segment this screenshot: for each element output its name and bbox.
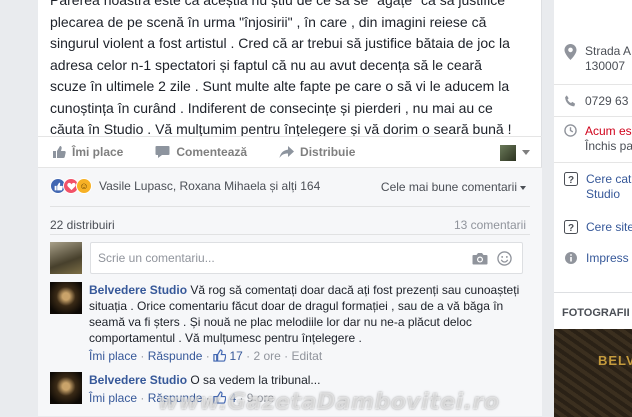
- suggest-website-link[interactable]: Cere site: [586, 220, 632, 235]
- emoji-icon[interactable]: [497, 251, 512, 266]
- comment-like-count[interactable]: 17: [229, 349, 242, 363]
- share-button[interactable]: Distribuie: [279, 145, 355, 159]
- photo-thumbnail[interactable]: [554, 329, 632, 417]
- post-line: căuta în Studio . Vă mulțumim pentru înț…: [50, 121, 512, 137]
- post-actions-bar: Îmi place Comentează Distribuie: [38, 136, 542, 168]
- like-count-icon: [213, 349, 227, 362]
- photos-section: FOTOGRAFII BELVE: [554, 292, 632, 417]
- svg-text:?: ?: [568, 223, 574, 234]
- clock-icon: [564, 124, 577, 137]
- post-line: cunoștința în curând . Indiferent de con…: [50, 99, 493, 116]
- thumbs-up-icon: [53, 146, 66, 158]
- comment-author[interactable]: Belvedere Studio: [89, 283, 187, 297]
- comment-like-link[interactable]: Îmi place: [89, 349, 137, 363]
- like-button[interactable]: Îmi place: [52, 145, 123, 159]
- closing-hours: Închis pa: [585, 139, 632, 153]
- comment-input[interactable]: Scrie un comentariu...: [90, 242, 523, 274]
- comment-timestamp[interactable]: 2 ore: [253, 349, 280, 363]
- comments-count[interactable]: 13 comentarii: [454, 218, 526, 232]
- divider: [554, 84, 632, 85]
- post-line: Părerea noastră este că aceștia nu știu …: [50, 0, 506, 8]
- post-line: singurul violent a fost artistul . Cred …: [50, 35, 510, 51]
- camera-icon[interactable]: [472, 252, 488, 265]
- page-avatar-selector[interactable]: [500, 145, 516, 161]
- open-status[interactable]: Acum es: [585, 124, 632, 139]
- phone-number[interactable]: 0729 63: [585, 94, 628, 109]
- comment-meta: Îmi place · Răspunde · 17 · 2 ore · Edit…: [89, 349, 323, 363]
- comment-text: O sa vedem la tribunal...: [190, 373, 321, 387]
- divider: [554, 116, 632, 117]
- comment-icon: [155, 146, 170, 158]
- share-arrow-icon: [279, 146, 295, 158]
- hours-row: Acum es Închis pa: [564, 124, 632, 154]
- divider: [50, 234, 530, 235]
- avatar: [50, 242, 82, 274]
- suggest-category-row: ? Cere cat Studio: [564, 172, 631, 202]
- haha-reaction-icon: ☺: [76, 178, 92, 194]
- svg-text:?: ?: [568, 175, 574, 186]
- phone-icon: [565, 95, 576, 107]
- post-text: Părerea noastră este că aceștia nu știu …: [50, 0, 538, 141]
- comment-reply-link[interactable]: Răspunde: [148, 349, 203, 363]
- shares-count[interactable]: 22 distribuiri: [50, 218, 115, 232]
- question-icon: ?: [564, 220, 578, 234]
- post-line: scuze în ultimele 2 zile . Sunt multe al…: [50, 78, 510, 94]
- photo-overlay-text: BELVE: [598, 353, 632, 368]
- reactions-summary[interactable]: ☺ Vasile Lupasc, Roxana Mihaela și alți …: [50, 178, 320, 194]
- reaction-names[interactable]: Vasile Lupasc, Roxana Mihaela și alți 16…: [99, 179, 320, 193]
- comment-like-link[interactable]: Îmi place: [89, 391, 137, 405]
- suggest-category-link-2[interactable]: Studio: [586, 187, 631, 202]
- divider: [50, 206, 530, 207]
- question-icon: ?: [564, 172, 578, 186]
- address-line: 130007: [585, 59, 626, 73]
- caret-down-icon: [520, 185, 526, 190]
- phone-row: 0729 63: [564, 94, 628, 109]
- address-line: Strada A: [585, 44, 632, 58]
- impressum-link[interactable]: Impress: [586, 251, 629, 266]
- feedback-section: ☺ Vasile Lupasc, Roxana Mihaela și alți …: [38, 168, 542, 416]
- location-pin-icon: [564, 44, 577, 60]
- post-line: plecarea de pe scenă în urma "înjosirii"…: [50, 13, 487, 30]
- post-line: adresa celor n-1 spectatori și faptul că…: [50, 56, 482, 73]
- impressum-row: Impress: [564, 251, 629, 266]
- info-icon: [565, 252, 577, 264]
- avatar[interactable]: [50, 282, 82, 314]
- comment-body: Belvedere Studio Vă rog să comentați doa…: [89, 282, 529, 364]
- suggest-website-row: ? Cere site: [564, 220, 632, 235]
- watermark: www.GazetaDambovitei.ro: [158, 390, 500, 415]
- suggest-category-link[interactable]: Cere cat: [586, 172, 631, 187]
- comment-edited[interactable]: Editat: [292, 349, 323, 363]
- address-row: Strada A 130007: [564, 44, 631, 74]
- comment-sort-dropdown[interactable]: Cele mai bune comentarii: [381, 180, 526, 194]
- avatar[interactable]: [50, 372, 82, 404]
- photos-title: FOTOGRAFII: [562, 307, 630, 319]
- post-card: Părerea noastră este că aceștia nu știu …: [38, 0, 542, 416]
- comment-author[interactable]: Belvedere Studio: [89, 373, 187, 387]
- comment-button[interactable]: Comentează: [155, 145, 247, 159]
- chevron-down-icon[interactable]: [522, 150, 530, 155]
- divider: [554, 162, 632, 163]
